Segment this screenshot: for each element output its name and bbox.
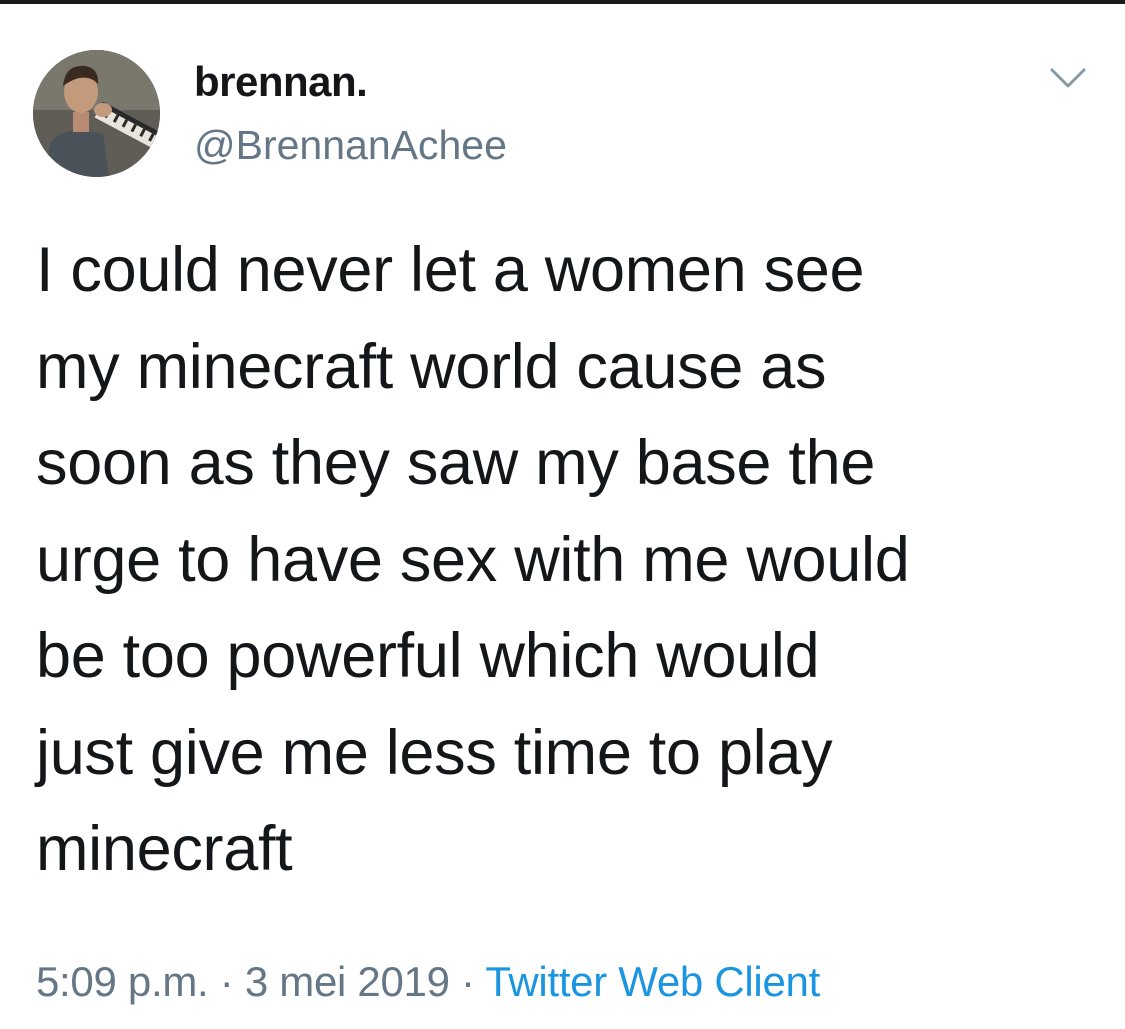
tweet-text-line: I could never let a women see (36, 235, 865, 305)
tweet-time[interactable]: 5:09 p.m. (36, 958, 209, 1005)
tweet-text-line: urge to have sex with me would (36, 524, 910, 595)
tweet-text-line: my minecraft world cause as (36, 331, 827, 402)
tweet-menu-button[interactable] (1048, 64, 1088, 94)
top-border (0, 0, 1125, 4)
tweet-text-line: soon as they saw my base the (36, 428, 876, 498)
user-handle[interactable]: @BrennanAchee (194, 122, 507, 169)
meta-separator: · (219, 958, 234, 1005)
tweet-text-line: just give me less time to play (36, 717, 833, 788)
meta-separator: · (461, 958, 475, 1005)
tweet-text-line: minecraft (36, 814, 293, 884)
tweet-source-link[interactable]: Twitter Web Client (485, 958, 820, 1005)
tweet-meta: 5:09 p.m. · 3 mei 2019 · Twitter Web Cli… (36, 958, 820, 1006)
tweet-text-line: be too powerful which would (36, 621, 820, 691)
tweet-date[interactable]: 3 mei 2019 (245, 958, 450, 1005)
chevron-down-icon (1050, 68, 1086, 88)
avatar[interactable] (33, 50, 160, 177)
profile-photo-icon (33, 50, 160, 177)
display-name[interactable]: brennan. (194, 58, 368, 106)
tweet-text: I could never let a women see my minecra… (36, 222, 1106, 898)
